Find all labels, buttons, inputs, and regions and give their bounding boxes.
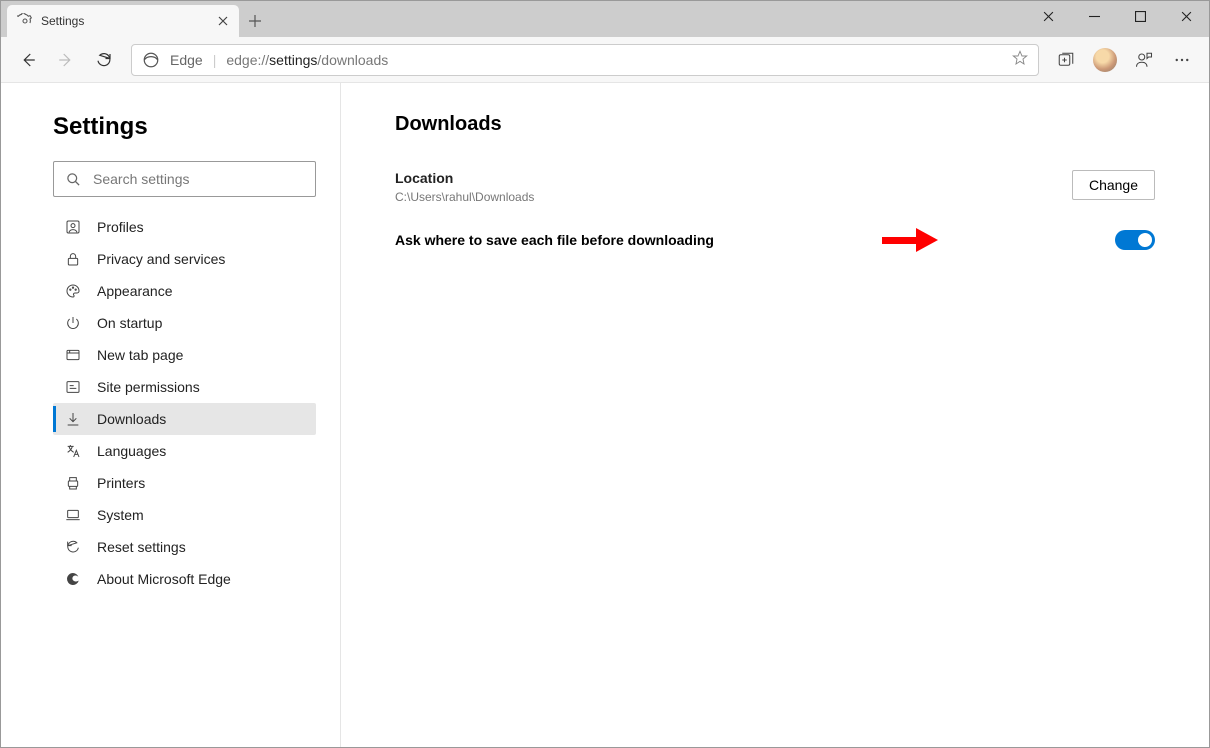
location-label: Location	[395, 170, 1072, 186]
favorite-button[interactable]	[1012, 50, 1028, 69]
edge-logo-icon	[142, 51, 160, 69]
location-row: Location C:\Users\rahul\Downloads Change	[395, 170, 1155, 204]
content-area: Settings Search settings Profiles Privac…	[1, 83, 1209, 747]
settings-main: Downloads Location C:\Users\rahul\Downlo…	[341, 83, 1209, 747]
profile-avatar[interactable]	[1093, 48, 1117, 72]
window-maximize-button[interactable]	[1117, 1, 1163, 31]
sliders-icon	[65, 379, 81, 395]
search-placeholder: Search settings	[93, 171, 190, 187]
newtab-icon	[65, 347, 81, 363]
nav-profiles[interactable]: Profiles	[53, 211, 316, 243]
address-bar[interactable]: Edge | edge://settings/downloads	[131, 44, 1039, 76]
refresh-button[interactable]	[85, 41, 123, 79]
window-controls	[1025, 1, 1209, 31]
browser-tab-settings[interactable]: Settings	[7, 5, 239, 37]
settings-nav: Profiles Privacy and services Appearance…	[53, 211, 316, 595]
refresh-icon	[95, 51, 113, 69]
collections-icon	[1057, 51, 1075, 69]
change-location-button[interactable]: Change	[1072, 170, 1155, 200]
browser-toolbar: Edge | edge://settings/downloads	[1, 37, 1209, 83]
ask-save-label: Ask where to save each file before downl…	[395, 232, 714, 248]
collections-button[interactable]	[1047, 41, 1085, 79]
palette-icon	[65, 283, 81, 299]
window-minimize-button[interactable]	[1071, 1, 1117, 31]
address-edge-label: Edge	[170, 52, 203, 68]
gear-icon	[17, 13, 33, 29]
back-button[interactable]	[9, 41, 47, 79]
maximize-icon	[1135, 11, 1146, 22]
person-feedback-icon	[1135, 51, 1153, 69]
nav-languages[interactable]: Languages	[53, 435, 316, 467]
more-icon	[1173, 51, 1191, 69]
settings-search-input[interactable]: Search settings	[53, 161, 316, 197]
reset-icon	[65, 539, 81, 555]
feedback-button[interactable]	[1125, 41, 1163, 79]
ask-save-row: Ask where to save each file before downl…	[395, 228, 1155, 252]
annotation-arrow	[882, 228, 938, 252]
nav-reset[interactable]: Reset settings	[53, 531, 316, 563]
window-minimize-spare[interactable]	[1025, 1, 1071, 31]
nav-newtab[interactable]: New tab page	[53, 339, 316, 371]
close-icon	[218, 16, 228, 26]
laptop-icon	[65, 507, 81, 523]
nav-about[interactable]: About Microsoft Edge	[53, 563, 316, 595]
lock-icon	[65, 251, 81, 267]
power-icon	[65, 315, 81, 331]
download-icon	[65, 411, 81, 427]
settings-heading: Settings	[53, 113, 316, 141]
settings-sidebar: Settings Search settings Profiles Privac…	[1, 83, 341, 747]
menu-button[interactable]	[1163, 41, 1201, 79]
nav-sitepermissions[interactable]: Site permissions	[53, 371, 316, 403]
nav-onstartup[interactable]: On startup	[53, 307, 316, 339]
new-tab-button[interactable]	[239, 5, 271, 37]
close-icon	[1181, 11, 1192, 22]
tab-title: Settings	[41, 14, 84, 28]
arrow-right-icon	[57, 51, 75, 69]
printer-icon	[65, 475, 81, 491]
minimize-icon	[1089, 11, 1100, 22]
arrow-right-red-icon	[882, 228, 938, 252]
profile-icon	[65, 219, 81, 235]
location-path: C:\Users\rahul\Downloads	[395, 190, 1072, 204]
star-icon	[1012, 50, 1028, 66]
plus-icon	[249, 15, 261, 27]
nav-system[interactable]: System	[53, 499, 316, 531]
edge-icon	[65, 571, 81, 587]
close-icon	[1043, 11, 1054, 22]
nav-appearance[interactable]: Appearance	[53, 275, 316, 307]
nav-printers[interactable]: Printers	[53, 467, 316, 499]
address-url: edge://settings/downloads	[226, 52, 388, 68]
language-icon	[65, 443, 81, 459]
tab-strip: Settings	[1, 1, 1209, 37]
ask-save-toggle[interactable]	[1115, 230, 1155, 250]
tab-close-button[interactable]	[215, 13, 231, 29]
nav-privacy[interactable]: Privacy and services	[53, 243, 316, 275]
search-icon	[66, 172, 81, 187]
window-close-button[interactable]	[1163, 1, 1209, 31]
nav-downloads[interactable]: Downloads	[53, 403, 316, 435]
arrow-left-icon	[19, 51, 37, 69]
address-separator: |	[213, 52, 217, 68]
page-title: Downloads	[395, 113, 1155, 136]
forward-button[interactable]	[47, 41, 85, 79]
